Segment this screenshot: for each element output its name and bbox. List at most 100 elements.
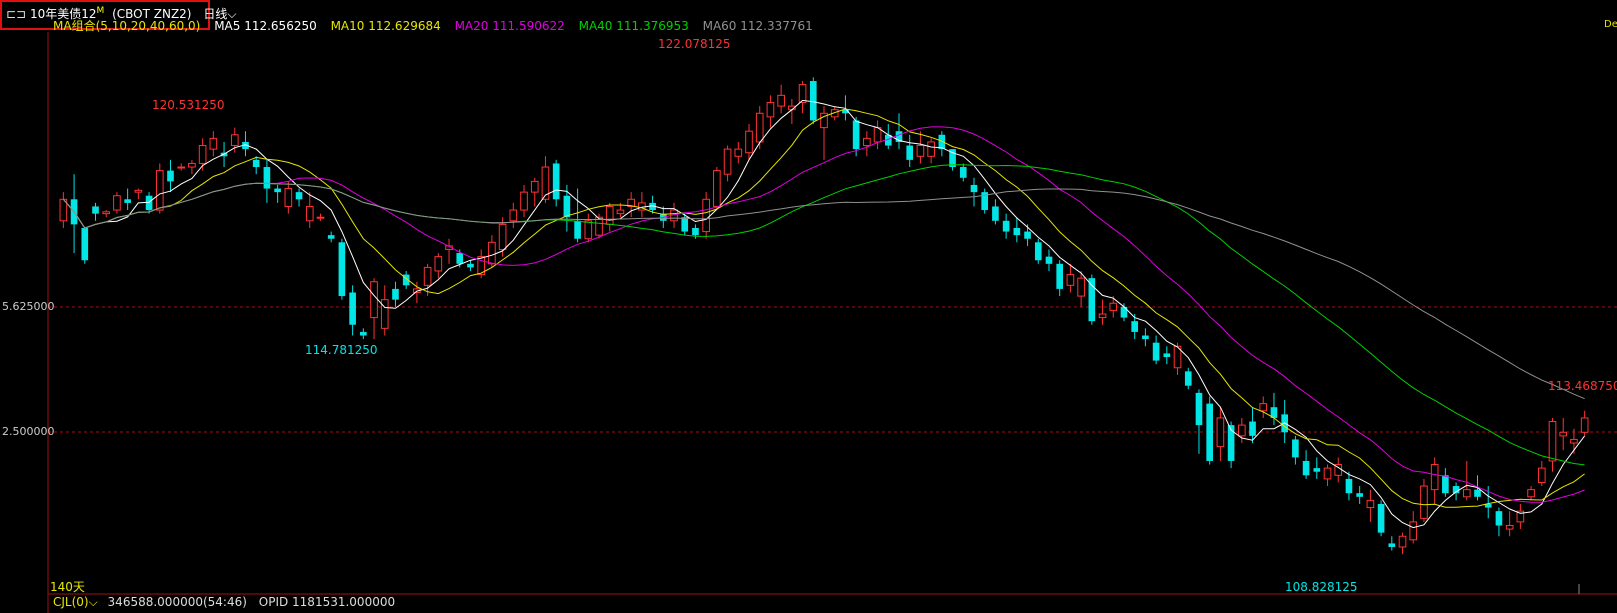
candle [134, 188, 143, 200]
candle [1388, 536, 1396, 551]
candle [520, 184, 528, 218]
candle-body [777, 94, 785, 107]
candle [177, 163, 186, 171]
candle [863, 131, 871, 157]
candle [1548, 417, 1557, 472]
candle-body [316, 216, 325, 219]
candle [1430, 457, 1439, 504]
candle-body [102, 211, 111, 215]
candle [1516, 503, 1525, 530]
candle [1013, 217, 1021, 243]
candle-body [1474, 489, 1481, 497]
candle [873, 120, 882, 150]
candle [1292, 435, 1299, 465]
candle-body [1184, 371, 1192, 386]
link-icon[interactable]: ⊏⊐ [6, 7, 26, 21]
candle-body [1002, 220, 1010, 232]
candle-body [263, 167, 271, 189]
candle [745, 124, 753, 160]
candle-body [970, 184, 978, 193]
candle-body [745, 130, 753, 154]
candle [1356, 486, 1363, 504]
candle [338, 238, 346, 300]
candle-body [906, 145, 914, 160]
candle-body [616, 209, 625, 215]
candle [777, 84, 785, 114]
candle-body [1249, 421, 1256, 436]
candle-body [349, 292, 356, 325]
candle [627, 192, 635, 218]
candle [1313, 457, 1321, 479]
candle [434, 253, 443, 279]
candle-body [1580, 417, 1589, 433]
candle [595, 213, 603, 239]
ma40-value: MA40 111.376953 [578, 19, 689, 33]
y-axis-label-2: 2.500000 [2, 425, 55, 438]
candle-body [1345, 478, 1353, 494]
candle-body [692, 227, 699, 236]
ma5-value: MA5 112.656250 [214, 19, 317, 33]
candle [1323, 464, 1332, 487]
candle-body [1045, 256, 1053, 264]
candle-body [734, 148, 743, 157]
candle [605, 202, 614, 232]
candle [970, 177, 978, 207]
candle-body [809, 81, 817, 121]
ma20-value: MA20 111.590622 [454, 19, 565, 33]
candle [155, 163, 164, 214]
candle [1442, 468, 1449, 497]
candle-body [959, 167, 967, 178]
candle [1184, 367, 1192, 390]
candle-body [338, 242, 346, 297]
ma5-line [63, 99, 1586, 529]
candle-body [467, 263, 474, 268]
candle-body [1548, 421, 1557, 462]
candle [102, 210, 111, 218]
candle-body [177, 166, 186, 169]
candle-body [155, 170, 164, 211]
candle [820, 106, 828, 160]
candle [713, 167, 721, 211]
candle [1281, 400, 1288, 444]
candle-body [92, 206, 99, 214]
left-low-price-label: 114.781250 [305, 343, 378, 357]
candle [274, 184, 281, 203]
candle-body [1142, 335, 1149, 340]
price-chart-canvas[interactable] [0, 0, 1617, 613]
candle [242, 131, 249, 157]
ma10-line [63, 108, 1585, 508]
indicator-opid: OPID 1181531.000000 [258, 595, 396, 609]
ma-legend-bar: MA组合(5,10,20,40,60,0) MA5 112.656250 MA1… [53, 19, 823, 33]
candle [1152, 335, 1160, 365]
candle-body [1216, 417, 1225, 448]
candle [1216, 407, 1225, 461]
candle-body [713, 170, 721, 207]
candle [927, 138, 935, 164]
candle [467, 260, 474, 271]
candle-body [873, 127, 882, 143]
candle [209, 131, 218, 157]
low-price-label: 108.828125 [1285, 580, 1358, 594]
candle-body [274, 188, 281, 193]
candle [1034, 238, 1042, 264]
candle-body [145, 195, 153, 211]
ma-group-selector[interactable]: MA组合(5,10,20,40,60,0) [53, 19, 200, 33]
corner-label: De [1604, 19, 1617, 30]
candle [1580, 410, 1589, 436]
candle [584, 213, 593, 243]
indicator-selector[interactable]: CJL(0)⌵ [53, 595, 102, 609]
candle [1098, 299, 1107, 325]
candle [809, 77, 817, 125]
candle [1527, 486, 1535, 501]
candle-body [305, 205, 314, 222]
candle-body [1292, 439, 1299, 458]
candle-body [509, 209, 518, 222]
candle-body [230, 134, 239, 147]
candle [370, 278, 378, 340]
candle-body [327, 235, 335, 239]
candle-body [252, 159, 260, 168]
candle-body [370, 281, 378, 319]
candle [702, 192, 710, 239]
candle [349, 285, 356, 336]
candle-body [1259, 403, 1268, 412]
